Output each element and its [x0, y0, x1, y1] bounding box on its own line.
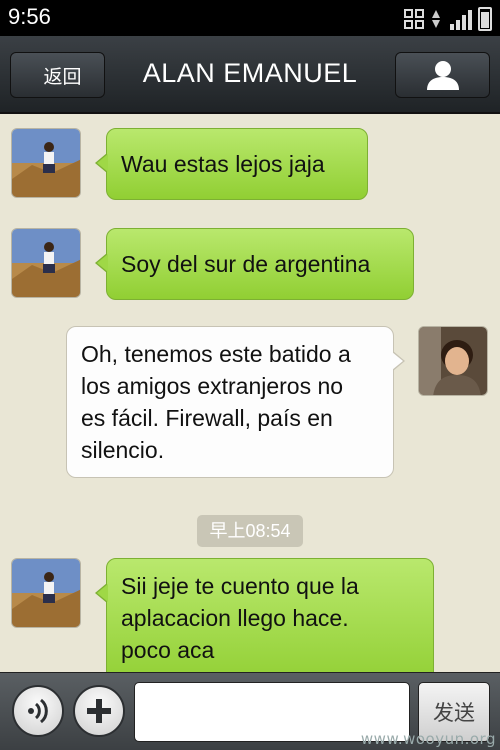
- profile-button[interactable]: [395, 52, 490, 98]
- message-line: los amigos extranjeros no: [81, 373, 344, 399]
- message-line: aplacacion llego hace.: [121, 605, 349, 631]
- voice-button[interactable]: [12, 685, 64, 737]
- chat-area[interactable]: Wau estas lejos jaja Soy del sur de arge…: [0, 116, 500, 672]
- chat-title: ALAN EMANUEL: [142, 58, 358, 88]
- message-bubble[interactable]: Sii jeje te cuento que la aplacacion lle…: [95, 558, 434, 672]
- signal-icon: [450, 8, 472, 30]
- data-transfer-icon: [430, 8, 444, 30]
- my-avatar[interactable]: [418, 326, 488, 396]
- message-bubble[interactable]: Oh, tenemos este batido a los amigos ext…: [66, 326, 405, 478]
- message-line: poco aca: [121, 637, 215, 663]
- sender-avatar[interactable]: [11, 128, 81, 198]
- person-icon: [426, 61, 459, 90]
- message-bubble[interactable]: Soy del sur de argentina: [95, 228, 414, 300]
- watermark: www.wooyun.org: [360, 730, 496, 748]
- back-button[interactable]: 返回: [10, 52, 105, 98]
- battery-icon: [478, 7, 492, 31]
- voice-icon: [28, 698, 48, 724]
- sender-avatar[interactable]: [11, 228, 81, 298]
- message-line: Sii jeje te cuento que la: [121, 573, 359, 599]
- grid-icon: [404, 9, 424, 29]
- input-bar: 发送 www.wooyun.org: [0, 672, 500, 750]
- message-bubble[interactable]: Wau estas lejos jaja: [95, 128, 368, 200]
- timestamp-badge: 早上08:54: [197, 515, 303, 547]
- status-icons: [404, 7, 492, 31]
- message-text: Soy del sur de argentina: [121, 251, 371, 277]
- plus-icon: [87, 699, 111, 723]
- message-line: es fácil. Firewall, país en: [81, 405, 333, 431]
- sender-avatar[interactable]: [11, 558, 81, 628]
- message-line: silencio.: [81, 437, 165, 463]
- message-line: Oh, tenemos este batido a: [81, 341, 351, 367]
- plus-button[interactable]: [73, 685, 125, 737]
- status-bar: 9:56: [0, 0, 500, 36]
- status-time: 9:56: [8, 4, 51, 29]
- message-text: Wau estas lejos jaja: [121, 151, 325, 177]
- nav-bar: 返回 ALAN EMANUEL: [0, 36, 500, 114]
